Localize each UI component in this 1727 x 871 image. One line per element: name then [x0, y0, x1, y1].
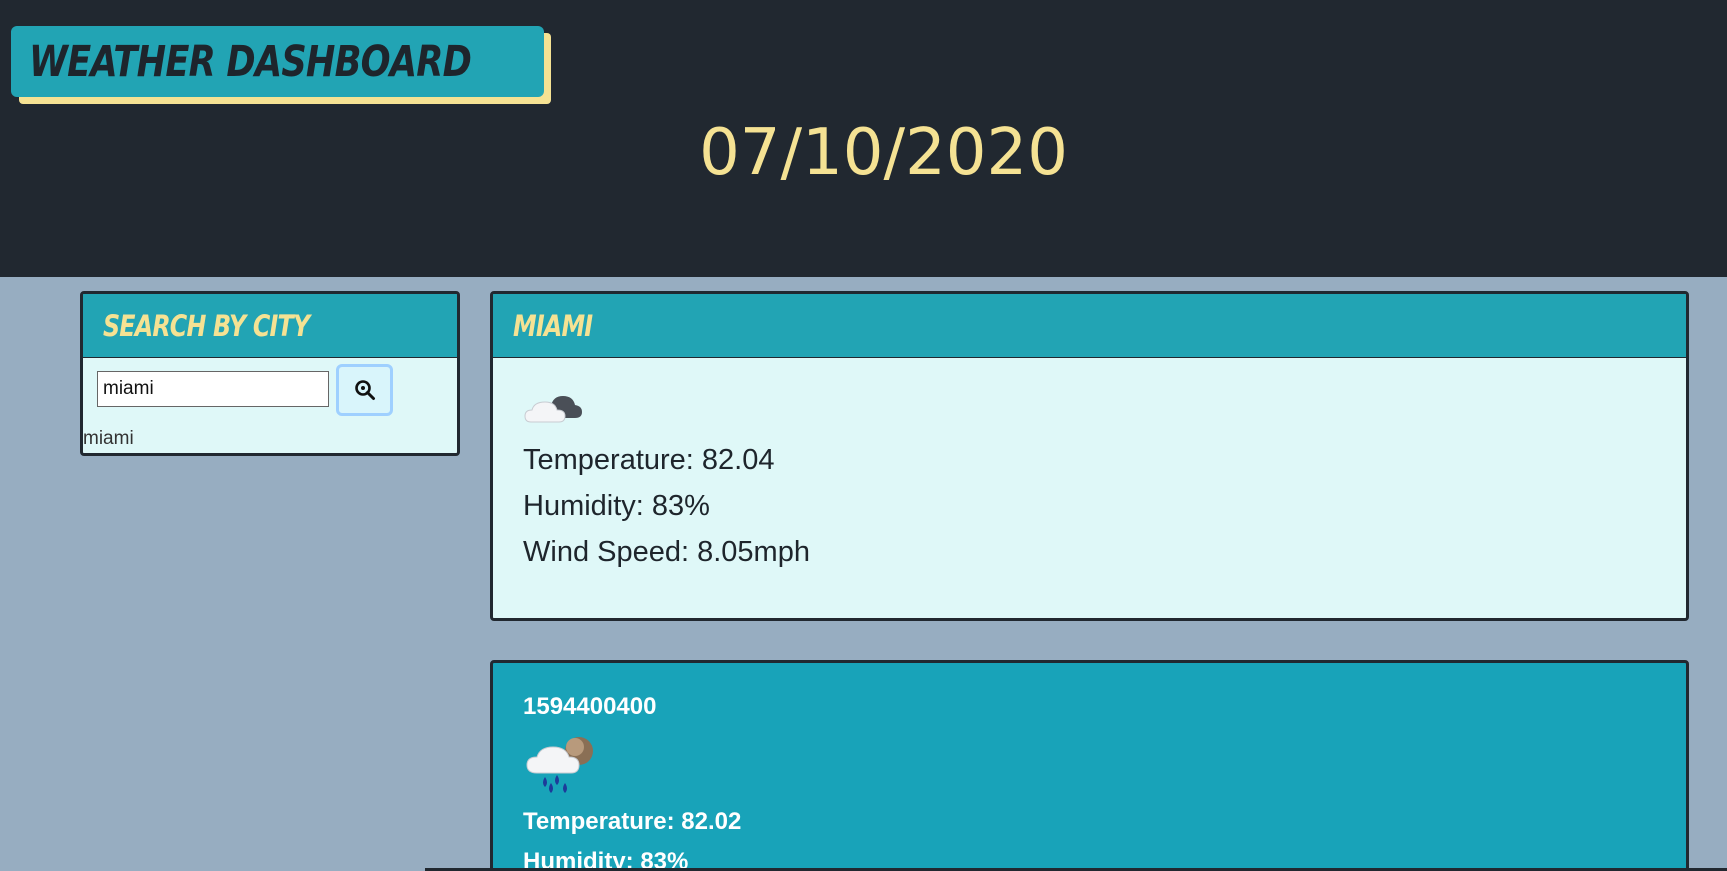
forecast-temperature: Temperature: 82.02 — [523, 808, 742, 835]
app-logo: Weather Dashboard — [11, 26, 551, 104]
current-wind-speed: Wind Speed: 8.05mph — [523, 536, 810, 568]
logo-banner: Weather Dashboard — [11, 26, 544, 97]
cloud-icon — [524, 396, 582, 423]
page-header: Weather Dashboard 07/10/2020 — [0, 0, 1727, 277]
search-panel-body: miami — [83, 358, 457, 453]
current-date: 07/10/2020 — [699, 116, 1068, 190]
rain-cloud-icon — [526, 737, 593, 793]
current-temperature: Temperature: 82.04 — [523, 444, 775, 476]
current-weather-card: Miami Temperature: 82.04 Humidity: 83% W… — [490, 291, 1689, 621]
search-panel: Search By City miami — [80, 291, 460, 456]
forecast-date: 1594400400 — [523, 693, 657, 720]
search-button[interactable] — [336, 364, 393, 416]
city-search-input[interactable] — [97, 371, 329, 407]
search-panel-title: Search By City — [103, 308, 310, 343]
app-title: Weather Dashboard — [29, 36, 472, 87]
city-name: Miami — [513, 308, 593, 343]
current-humidity: Humidity: 83% — [523, 490, 710, 522]
search-history-item[interactable]: miami — [83, 428, 134, 450]
forecast-card: 1594400400 Temperature: 82.02 Humidity: … — [490, 660, 1689, 871]
current-weather-body: Temperature: 82.04 Humidity: 83% Wind Sp… — [493, 358, 1686, 618]
search-panel-header: Search By City — [83, 294, 457, 358]
current-weather-header: Miami — [493, 294, 1686, 358]
search-icon — [354, 380, 375, 400]
